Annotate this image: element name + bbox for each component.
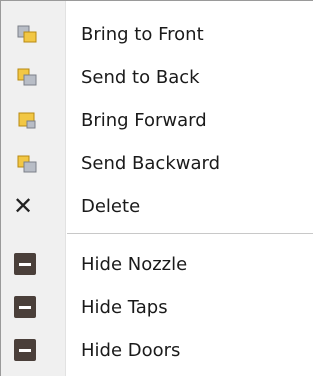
menu-item-send-to-back[interactable]: Send to Back [1,58,314,96]
hide-icon [14,253,36,275]
menu-item-bring-forward[interactable]: Bring Forward [1,101,314,139]
bring-to-front-icon [17,25,37,43]
menu-item-label: Bring Forward [81,109,207,131]
context-menu: Bring to Front Send to Back Bring Forwar… [0,0,313,376]
delete-icon: ✕ [13,192,34,220]
menu-item-label: Bring to Front [81,23,204,45]
menu-item-hide-doors[interactable]: Hide Doors [1,331,314,369]
menu-item-send-backward[interactable]: Send Backward [1,144,314,182]
send-backward-icon [17,155,37,173]
menu-item-bring-to-front[interactable]: Bring to Front [1,15,314,53]
send-to-back-icon [17,68,37,86]
hide-icon [14,339,36,361]
menu-item-label: Delete [81,195,141,217]
menu-item-label: Hide Taps [81,296,168,318]
menu-item-label: Send to Back [81,66,200,88]
menu-item-hide-taps[interactable]: Hide Taps [1,288,314,326]
menu-item-hide-nozzle[interactable]: Hide Nozzle [1,245,314,283]
menu-item-delete[interactable]: ✕ Delete [1,187,314,225]
menu-item-label: Send Backward [81,152,221,174]
menu-item-label: Hide Nozzle [81,253,188,275]
bring-forward-icon [18,112,36,129]
menu-item-label: Hide Doors [81,339,181,361]
menu-separator [67,233,313,234]
hide-icon [14,296,36,318]
